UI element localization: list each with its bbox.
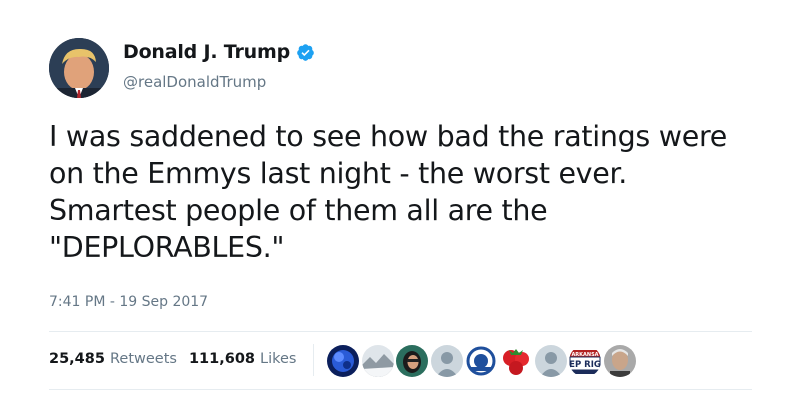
liker-avatar[interactable] [361,345,394,377]
stats-separator [313,344,314,376]
liker-avatar[interactable] [603,345,636,377]
likes-stat[interactable]: 111,608 Likes [189,351,297,367]
liker-avatar[interactable] [396,345,429,377]
woman-portrait-avatar-icon [396,345,429,377]
liker-avatar[interactable] [327,345,359,377]
campaign-sign-avatar-icon: ARKANSA EP RIG [569,345,602,377]
author-name-row[interactable]: Donald J. Trump [123,41,315,63]
author-handle[interactable]: @realDonaldTrump [123,73,266,91]
liker-avatar[interactable] [465,345,498,377]
retweets-stat[interactable]: 25,485 Retweets [49,351,177,367]
tweet-stats: 25,485 Retweets 111,608 Likes [49,351,308,367]
liker-avatar[interactable] [430,345,463,377]
red-strawberries-avatar-icon [499,345,532,377]
author-avatar[interactable] [49,38,109,98]
tweet-text: I was saddened to see how bad the rating… [49,120,727,264]
liker-avatar[interactable] [499,345,532,377]
campaign-sign-main-text: EP RIG [569,360,601,370]
verified-badge-icon [296,43,315,62]
retweets-count: 25,485 [49,351,105,367]
likes-count: 111,608 [188,351,255,367]
divider [49,389,752,390]
likes-label: Likes [260,351,297,367]
man-portrait-avatar-icon [603,345,636,377]
campaign-sign-top-text: ARKANSA [572,352,599,358]
author-display-name[interactable]: Donald J. Trump [123,41,290,63]
default-egg-avatar-icon [534,345,567,377]
tweet-timestamp[interactable]: 7:41 PM - 19 Sep 2017 [49,294,208,310]
retweets-label: Retweets [109,351,177,367]
liker-avatar-list: ARKANSA EP RIG [327,345,638,377]
divider [49,331,752,332]
profile-photo-icon [49,38,109,98]
blue-abstract-avatar-icon [327,345,359,377]
liker-avatar[interactable]: ARKANSA EP RIG [569,345,602,377]
liker-avatar[interactable] [534,345,567,377]
winter-landscape-avatar-icon [361,345,394,377]
logo-badge-avatar-icon [465,345,498,377]
default-egg-avatar-icon [430,345,463,377]
